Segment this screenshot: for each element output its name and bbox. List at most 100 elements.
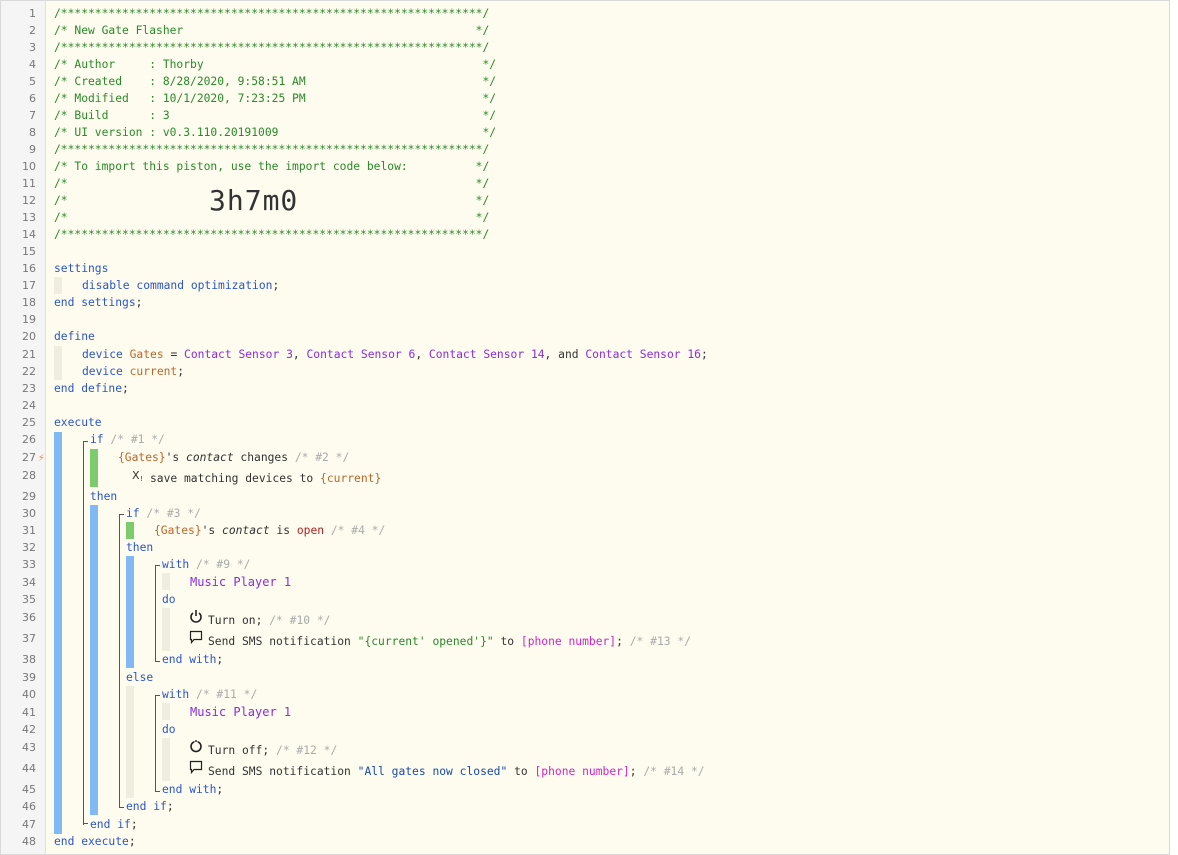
do-indent: [162, 608, 170, 651]
save-matching-devices[interactable]: save matching devices to {current}: [150, 470, 381, 487]
with-statement-9[interactable]: with /* #9 */: [162, 556, 250, 573]
import-code[interactable]: 3h7m0: [209, 182, 298, 220]
do-keyword: do: [162, 593, 176, 606]
svg-text:X: X: [132, 469, 140, 482]
end-settings: end settings;: [54, 296, 143, 309]
if-bracket-end: [119, 797, 124, 808]
define-keyword[interactable]: define: [54, 328, 95, 345]
settings-keyword[interactable]: settings: [54, 260, 108, 277]
then-keyword: then: [90, 490, 118, 503]
if-bracket-end: [83, 813, 88, 824]
with-bracket-end: [155, 781, 160, 792]
line-number: 35: [22, 593, 36, 606]
send-sms-task-13[interactable]: Send SMS notification "{current' opened'…: [208, 633, 691, 650]
line-number: 21: [22, 348, 36, 361]
save-to-variable-icon: X!: [132, 469, 143, 482]
power-icon: [190, 740, 202, 753]
turn-on-task[interactable]: Turn on; /* #10 */: [208, 612, 330, 629]
line-number: 4: [29, 58, 36, 71]
else-keyword: else: [126, 671, 154, 684]
line-number: 14: [22, 228, 36, 241]
trigger-condition[interactable]: {Gates}'s contact changes /* #2 */: [118, 449, 349, 466]
line-number: 26: [22, 433, 36, 446]
open-condition[interactable]: {Gates}'s contact is open /* #4 */: [154, 522, 385, 539]
line-number: 8: [29, 126, 36, 139]
line-number: 22: [22, 365, 36, 378]
line-number: 28: [22, 469, 36, 482]
line-number: 11: [22, 177, 36, 190]
line-number: 37: [22, 632, 36, 645]
header-comment: /* Created : 8/28/2020, 9:58:51 AM */: [54, 75, 497, 88]
end-execute: end execute;: [54, 835, 136, 848]
line-number: 27: [22, 451, 36, 464]
power-icon: [190, 610, 202, 623]
line-number: 32: [22, 541, 36, 554]
if-statement-3[interactable]: if /* #3 */: [126, 505, 201, 522]
with-indent: [162, 573, 170, 590]
line-number: 25: [22, 416, 36, 429]
line-number: 30: [22, 507, 36, 520]
with-bracket: [155, 565, 160, 661]
end-if: end if;: [90, 818, 138, 831]
setting-statement[interactable]: disable command optimization;: [82, 277, 279, 294]
with-statement-11[interactable]: with /* #11 */: [162, 686, 257, 703]
lightning-bolt-icon: ⚡: [38, 451, 45, 464]
end-define: end define;: [54, 382, 129, 395]
device-music-player[interactable]: Music Player 1: [190, 704, 291, 721]
line-number: 19: [22, 313, 36, 326]
line-number: 33: [22, 558, 36, 571]
else-indent: [126, 686, 134, 798]
line-number: 5: [29, 75, 36, 88]
do-indent: [162, 738, 170, 781]
line-number: 3: [29, 41, 36, 54]
define-indent: [54, 346, 62, 380]
end-with: end with;: [162, 783, 224, 796]
line-number: 6: [29, 92, 36, 105]
line-number: 31: [22, 524, 36, 537]
send-sms-task-14[interactable]: Send SMS notification "All gates now clo…: [208, 763, 705, 780]
message-bubble-icon: [189, 760, 203, 774]
end-if: end if;: [126, 800, 174, 813]
line-number: 16: [22, 262, 36, 275]
line-number: 20: [22, 330, 36, 343]
line-number: 38: [22, 653, 36, 666]
then-keyword: then: [126, 541, 154, 554]
header-comment: /* New Gate Flasher */: [54, 24, 490, 37]
line-number: 2: [29, 24, 36, 37]
with-indent: [162, 703, 170, 720]
header-comment: /* Author : Thorby */: [54, 58, 497, 71]
line-number: 46: [22, 800, 36, 813]
line-number: 44: [22, 762, 36, 775]
define-gates-statement[interactable]: device Gates = Contact Sensor 3, Contact…: [82, 346, 708, 363]
line-number: 40: [22, 688, 36, 701]
line-number: 7: [29, 109, 36, 122]
header-comment: /* UI version : v0.3.110.20191009 */: [54, 126, 497, 139]
if-bracket: [119, 514, 124, 807]
line-number: 45: [22, 783, 36, 796]
define-current-statement[interactable]: device current;: [82, 363, 184, 380]
message-bubble-icon: [189, 630, 203, 644]
line-number: 9: [29, 143, 36, 156]
line-number: 43: [22, 741, 36, 754]
line-number: 36: [22, 611, 36, 624]
line-number: 17: [22, 279, 36, 292]
end-with: end with;: [162, 653, 224, 666]
execute-block-bar: [54, 432, 62, 834]
line-number: 12: [22, 194, 36, 207]
line-number: 41: [22, 706, 36, 719]
line-number: 34: [22, 576, 36, 589]
with-bracket-end: [155, 651, 160, 662]
line-number: 39: [22, 671, 36, 684]
header-comment: /* Modified : 10/1/2020, 7:23:25 PM */: [54, 92, 497, 105]
turn-off-task[interactable]: Turn off; /* #12 */: [208, 742, 337, 759]
if-statement-1[interactable]: if /* #1 */: [90, 431, 165, 448]
execute-keyword[interactable]: execute: [54, 414, 102, 431]
header-comment: /***************************************…: [54, 41, 490, 54]
line-number: 18: [22, 296, 36, 309]
line-number: 10: [22, 160, 36, 173]
line-number: 42: [22, 723, 36, 736]
device-music-player[interactable]: Music Player 1: [190, 574, 291, 591]
line-number: 23: [22, 382, 36, 395]
header-comment: /***************************************…: [54, 228, 490, 241]
svg-text:!: !: [140, 475, 143, 482]
